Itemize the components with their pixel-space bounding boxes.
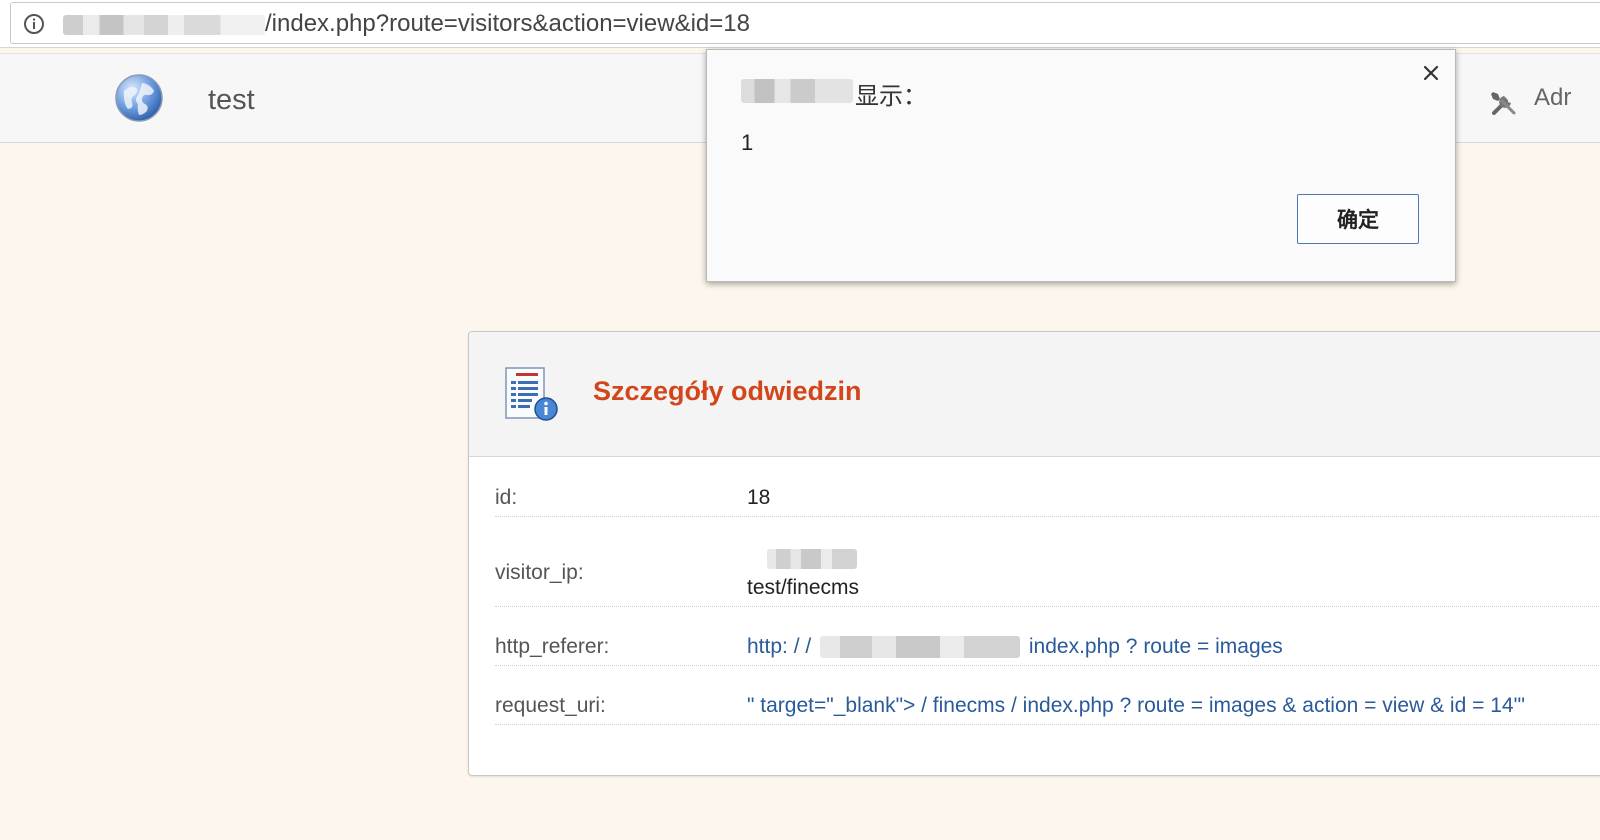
info-icon[interactable] [23, 13, 45, 35]
table-row: request_uri: " target="_blank"> / finecm… [495, 666, 1600, 725]
url-text[interactable]: /index.php?route=visitors&action=view&id… [265, 10, 750, 38]
dialog-title: 显示： [855, 83, 927, 110]
ok-button[interactable]: 确定 [1297, 194, 1419, 244]
site-title[interactable]: test [208, 84, 255, 117]
admin-link[interactable]: Adr [1534, 84, 1571, 112]
visitor-ip-redacted [767, 549, 857, 569]
referer-host-redacted [820, 636, 1021, 659]
row-label-request-uri: request_uri: [495, 694, 606, 717]
alert-dialog: 显示： 1 确定 [706, 49, 1456, 282]
browser-address-bar: /index.php?route=visitors&action=view&id… [0, 0, 1600, 48]
details-table: id: 18 visitor_ip: test/finecms http_ref… [495, 458, 1600, 725]
row-label-id: id: [495, 486, 518, 509]
close-icon[interactable] [1420, 62, 1442, 84]
visit-details-panel: Szczegóły odwiedzin id: 18 visitor_ip: t… [468, 331, 1600, 776]
panel-title: Szczegóły odwiedzin [593, 376, 862, 406]
referer-suffix[interactable]: index.php ? route = images [1029, 635, 1283, 658]
row-value-request-uri[interactable]: " target="_blank"> / finecms / index.php… [747, 694, 1525, 718]
table-row: visitor_ip: test/finecms [495, 517, 1600, 607]
table-row: id: 18 [495, 458, 1600, 517]
row-label-visitor-ip: visitor_ip: [495, 561, 584, 584]
tools-icon[interactable] [1489, 88, 1519, 118]
globe-icon[interactable] [114, 73, 164, 123]
row-value-http-referer[interactable]: http: / / index.php ? route = images [747, 635, 1283, 659]
row-label-http-referer: http_referer: [495, 635, 610, 658]
referer-prefix[interactable]: http: / / [747, 635, 811, 658]
report-info-icon [505, 367, 558, 421]
dialog-message: 1 [741, 130, 754, 155]
row-value-visitor-ip: test/finecms [747, 576, 860, 599]
dialog-origin-redacted [741, 79, 853, 103]
url-host-redacted [63, 15, 265, 35]
table-row: http_referer: http: / / index.php ? rout… [495, 607, 1600, 666]
row-value-id: 18 [747, 486, 771, 509]
url-field[interactable]: /index.php?route=visitors&action=view&id… [10, 2, 1600, 44]
panel-header: Szczegóły odwiedzin [469, 332, 1600, 457]
